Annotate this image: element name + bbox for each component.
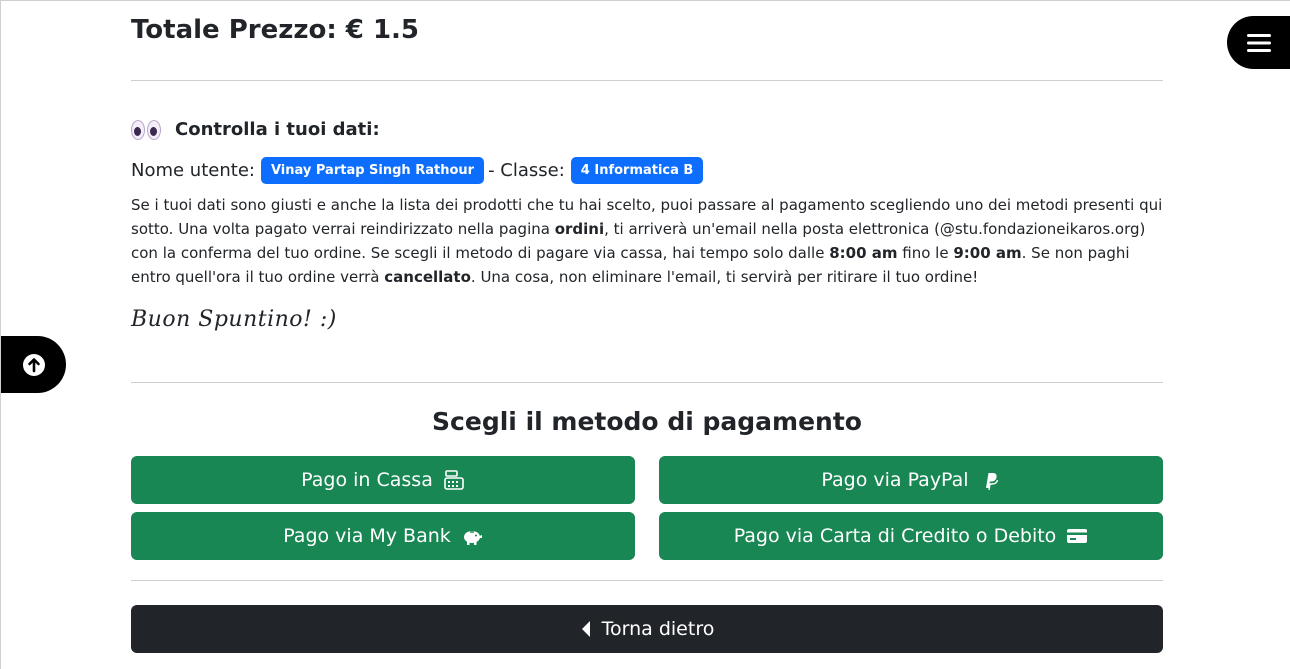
divider xyxy=(131,382,1163,383)
piggy-bank-icon xyxy=(463,531,482,545)
arrow-up-circle-icon xyxy=(22,353,45,376)
username-label: Nome utente: xyxy=(131,160,255,181)
caret-left-icon xyxy=(581,621,590,637)
user-info-row: Nome utente: Vinay Partap Singh Rathour … xyxy=(131,157,707,184)
class-badge: 4 Informatica B xyxy=(570,157,704,184)
back-button[interactable]: Torna dietro xyxy=(131,605,1163,653)
check-data-heading: Controlla i tuoi dati: xyxy=(131,119,380,140)
class-label: - Classe: xyxy=(488,160,565,181)
pay-mybank-label: Pago via My Bank xyxy=(283,525,451,547)
pay-card-label: Pago via Carta di Credito o Debito xyxy=(733,525,1057,547)
check-data-title: Controlla i tuoi dati: xyxy=(175,119,380,140)
pay-cash-button[interactable]: Pago in Cassa xyxy=(131,456,635,504)
hamburger-menu-icon xyxy=(1246,33,1271,52)
cash-register-icon xyxy=(444,470,464,490)
pay-mybank-button[interactable]: Pago via My Bank xyxy=(131,512,635,560)
divider xyxy=(131,580,1163,581)
pay-card-button[interactable]: Pago via Carta di Credito o Debito xyxy=(659,512,1163,560)
paypal-icon xyxy=(985,473,998,491)
eyes-icon xyxy=(131,119,161,140)
total-price: Totale Prezzo: € 1.5 xyxy=(131,15,420,45)
credit-card-icon xyxy=(1067,529,1088,543)
menu-button[interactable] xyxy=(1227,16,1290,69)
instructions-text: Se i tuoi dati sono giusti e anche la li… xyxy=(131,196,1163,286)
greeting-text: Buon Spuntino! :) xyxy=(131,307,337,332)
divider xyxy=(131,80,1163,81)
pay-cash-label: Pago in Cassa xyxy=(301,469,433,491)
back-label: Torna dietro xyxy=(601,618,715,640)
scroll-top-button[interactable] xyxy=(1,336,66,393)
payment-heading: Scegli il metodo di pagamento xyxy=(432,407,862,436)
username-badge: Vinay Partap Singh Rathour xyxy=(260,157,485,184)
pay-paypal-label: Pago via PayPal xyxy=(821,469,969,491)
pay-paypal-button[interactable]: Pago via PayPal xyxy=(659,456,1163,504)
